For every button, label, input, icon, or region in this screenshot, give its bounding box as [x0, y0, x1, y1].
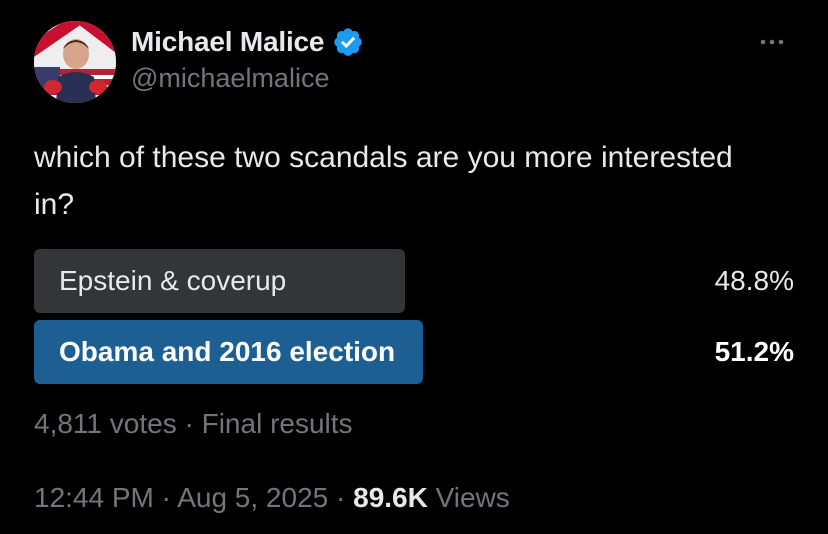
- poll-option-1-label: Epstein & coverup: [59, 265, 287, 296]
- poll-votes: 4,811 votes: [34, 408, 177, 439]
- tweet-text: which of these two scandals are you more…: [34, 141, 733, 221]
- meta-separator: ·: [161, 482, 171, 513]
- views-label: Views: [435, 482, 510, 513]
- poll-option-2-percent: 51.2%: [714, 336, 794, 367]
- author-handle[interactable]: @michaelmalice: [131, 63, 329, 94]
- author-name-row: Michael Malice: [131, 24, 364, 60]
- poll-option-2: Obama and 2016 election 51.2%: [34, 320, 794, 384]
- poll-meta-separator: ·: [184, 408, 194, 439]
- tweet: Michael Malice @michaelmalice which of t…: [0, 0, 828, 534]
- author-display-name[interactable]: Michael Malice: [131, 26, 324, 58]
- poll-option-1: Epstein & coverup 48.8%: [34, 249, 794, 313]
- meta-separator-2: ·: [336, 482, 346, 513]
- avatar[interactable]: [34, 21, 116, 103]
- more-options-icon[interactable]: [752, 28, 792, 56]
- tweet-time[interactable]: 12:44 PM: [34, 482, 154, 513]
- poll-option-1-percent: 48.8%: [714, 265, 794, 296]
- views-count: 89.6K: [353, 482, 428, 513]
- verified-badge-icon[interactable]: [332, 26, 364, 58]
- poll-option-2-label: Obama and 2016 election: [59, 336, 396, 367]
- tweet-meta: 12:44 PM · Aug 5, 2025 · 89.6K Views: [34, 482, 510, 514]
- avatar-image: [34, 21, 116, 103]
- tweet-date[interactable]: Aug 5, 2025: [177, 482, 328, 513]
- poll-meta: 4,811 votes · Final results: [34, 408, 353, 440]
- poll-status: Final results: [201, 408, 353, 439]
